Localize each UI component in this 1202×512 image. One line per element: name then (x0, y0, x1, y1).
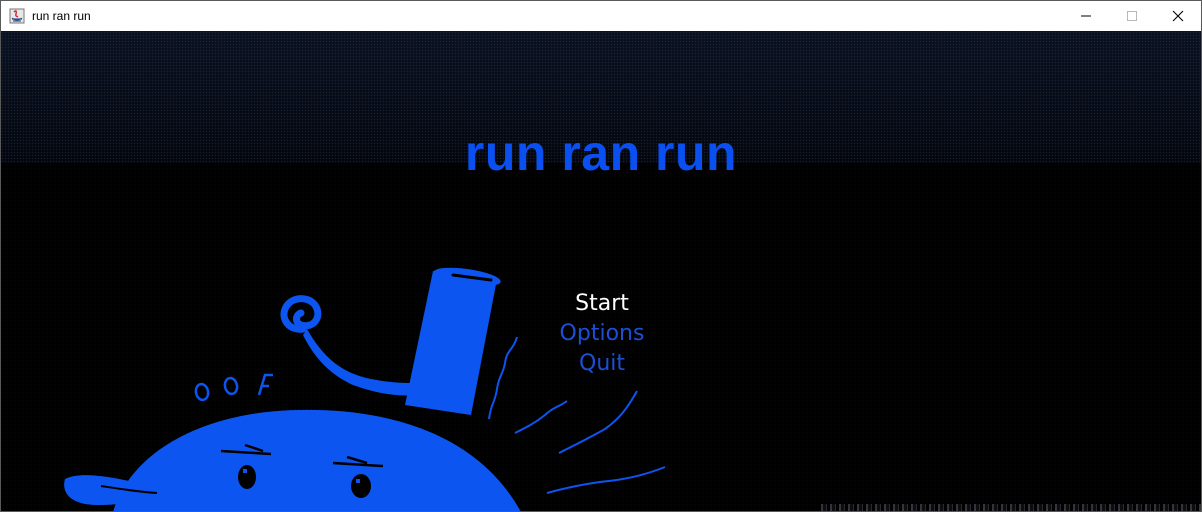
minimize-icon (1081, 15, 1091, 17)
scrolling-ground-strip (821, 504, 1201, 511)
menu-item-options[interactable]: Options (501, 319, 703, 349)
left-eye (238, 465, 256, 489)
maximize-icon (1127, 11, 1137, 21)
main-menu: Start Options Quit (501, 289, 703, 379)
hat-streamer (303, 329, 415, 396)
java-app-icon (9, 8, 25, 24)
menu-item-start[interactable]: Start (501, 289, 703, 319)
close-icon (1172, 10, 1184, 22)
maximize-button[interactable] (1109, 1, 1155, 31)
character-body (113, 409, 521, 511)
minimize-button[interactable] (1063, 1, 1109, 31)
application-window: run ran run run ran run Start Options Qu… (0, 0, 1202, 512)
close-button[interactable] (1155, 1, 1201, 31)
character-illustration (64, 267, 666, 511)
swirl-tail (280, 295, 322, 333)
oof-text (194, 373, 273, 402)
game-canvas[interactable]: run ran run Start Options Quit (1, 31, 1201, 511)
window-title: run ran run (32, 9, 91, 23)
right-eye (351, 474, 371, 498)
menu-item-quit[interactable]: Quit (501, 349, 703, 379)
tall-hat (405, 271, 497, 415)
window-titlebar[interactable]: run ran run (1, 1, 1201, 31)
